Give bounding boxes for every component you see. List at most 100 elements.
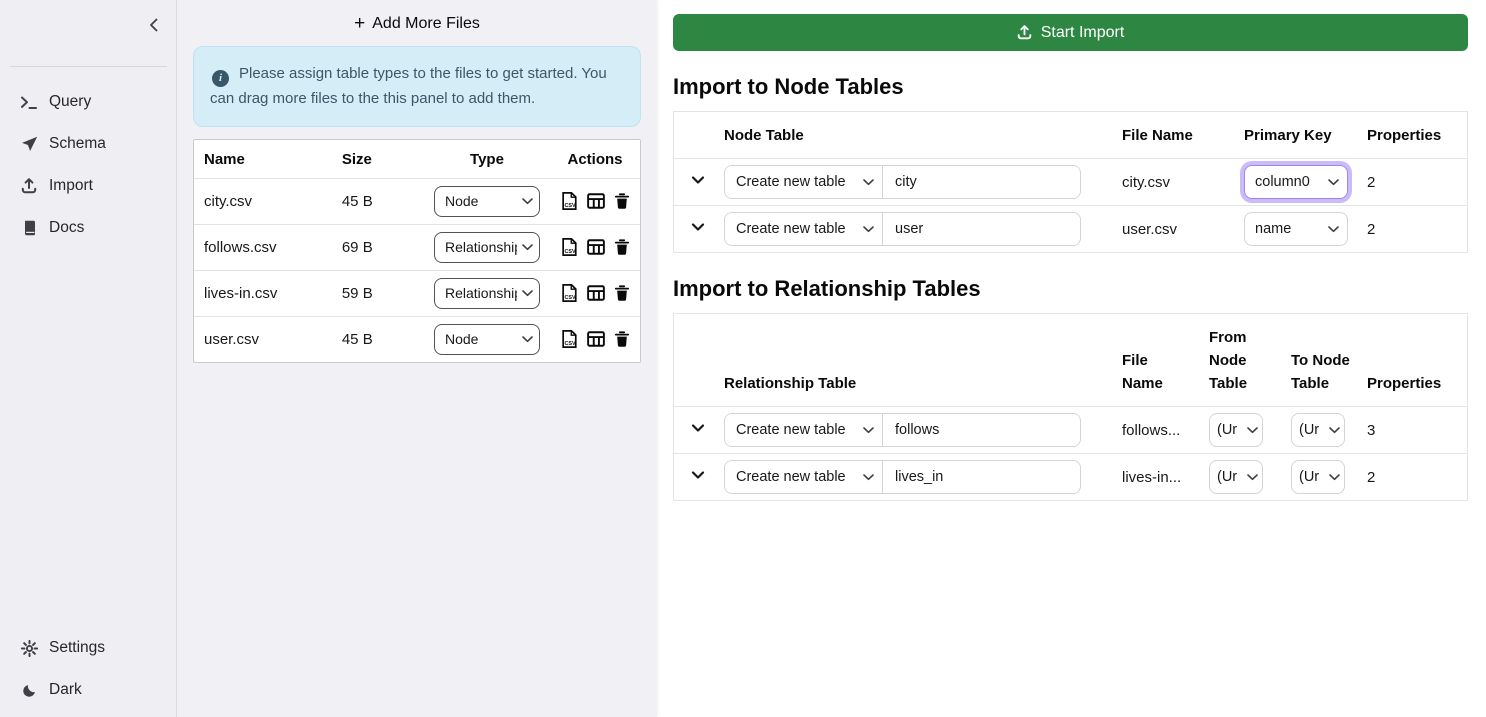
node-tables-section-title: Import to Node Tables — [673, 74, 1468, 100]
from-node-table-select-wrap: (Ur — [1209, 460, 1263, 494]
column-header-type: Type — [424, 140, 550, 179]
sidebar-item-label: Schema — [49, 135, 106, 153]
upload-icon — [1017, 25, 1032, 40]
from-node-table-select[interactable]: (Ur — [1209, 460, 1263, 494]
sidebar-item-label: Import — [49, 177, 93, 195]
table-grid-icon — [587, 330, 605, 348]
table-name-input[interactable] — [883, 414, 1080, 446]
file-type-select[interactable]: Relationship — [434, 232, 540, 263]
column-header-properties: Properties — [1367, 314, 1467, 407]
file-size: 45 B — [332, 316, 424, 362]
to-node-table-select[interactable]: (Ur — [1291, 413, 1345, 447]
sidebar-item-dark-mode[interactable]: Dark — [0, 669, 176, 711]
trash-icon — [614, 193, 630, 210]
table-mode-select-wrap: Create new table — [725, 213, 883, 245]
csv-file-icon: CSV — [560, 238, 578, 256]
chevron-down-icon — [690, 172, 706, 188]
terminal-icon — [20, 93, 38, 111]
table-name-input[interactable] — [883, 166, 1080, 198]
row-expand-button[interactable] — [690, 172, 706, 188]
row-file-name: city.csv — [1122, 159, 1244, 206]
row-file-name: lives-in... — [1122, 454, 1209, 501]
svg-text:CSV: CSV — [564, 203, 575, 209]
csv-file-icon: CSV — [560, 284, 578, 302]
sidebar-collapse-button[interactable] — [142, 13, 166, 37]
column-header-name: Name — [194, 140, 332, 179]
preview-table-button[interactable] — [587, 192, 605, 210]
file-type-select[interactable]: Node — [434, 186, 540, 217]
primary-key-select[interactable]: column0 — [1244, 165, 1348, 199]
to-node-table-select-wrap: (Ur — [1291, 413, 1345, 447]
file-type-select-wrap: Relationship — [434, 232, 540, 263]
from-node-table-select-wrap: (Ur — [1209, 413, 1263, 447]
chevron-down-icon — [690, 420, 706, 436]
node-import-row-city: Create new table city.csv column0 2 — [674, 159, 1467, 206]
from-node-table-select[interactable]: (Ur — [1209, 413, 1263, 447]
svg-text:CSV: CSV — [564, 341, 575, 347]
column-header-file-name: File Name — [1122, 112, 1244, 159]
node-import-row-user: Create new table user.csv name 2 — [674, 206, 1467, 253]
table-name-input[interactable] — [883, 461, 1080, 493]
delete-file-button[interactable] — [614, 239, 630, 256]
file-type-select[interactable]: Relationship — [434, 278, 540, 309]
trash-icon — [614, 331, 630, 348]
row-expand-button[interactable] — [690, 219, 706, 235]
primary-key-select-wrap: column0 — [1244, 165, 1348, 199]
file-type-select-wrap: Relationship — [434, 278, 540, 309]
node-table-header-row: Node Table File Name Primary Key Propert… — [674, 112, 1467, 159]
table-name-group: Create new table — [724, 212, 1081, 246]
delete-file-button[interactable] — [614, 285, 630, 302]
import-panel: Start Import Import to Node Tables Node … — [657, 0, 1486, 717]
relationship-table-header-row: Relationship Table File Name From Node T… — [674, 314, 1467, 407]
primary-key-select[interactable]: name — [1244, 212, 1348, 246]
preview-table-button[interactable] — [587, 330, 605, 348]
table-mode-select-wrap: Create new table — [725, 414, 883, 446]
sidebar-item-label: Settings — [49, 639, 105, 657]
chevron-down-icon — [690, 467, 706, 483]
relationship-import-row-follows: Create new table follows... (Ur (Ur 3 — [674, 407, 1467, 454]
to-node-table-select[interactable]: (Ur — [1291, 460, 1345, 494]
start-import-button[interactable]: Start Import — [673, 14, 1468, 51]
column-header-properties: Properties — [1367, 112, 1467, 159]
sidebar-item-import[interactable]: Import — [0, 165, 176, 207]
delete-file-button[interactable] — [614, 193, 630, 210]
table-mode-select[interactable]: Create new table — [725, 213, 883, 245]
row-expand-button[interactable] — [690, 420, 706, 436]
file-type-select-wrap: Node — [434, 186, 540, 217]
file-table-header-row: Name Size Type Actions — [194, 140, 640, 179]
delete-file-button[interactable] — [614, 331, 630, 348]
row-expand-button[interactable] — [690, 467, 706, 483]
csv-file-icon: CSV — [560, 330, 578, 348]
table-name-input[interactable] — [883, 213, 1080, 245]
table-mode-select[interactable]: Create new table — [725, 166, 883, 198]
sidebar-item-label: Docs — [49, 219, 84, 237]
file-name: user.csv — [194, 316, 332, 362]
view-csv-file-button[interactable]: CSV — [560, 238, 578, 256]
info-alert: iPlease assign table types to the files … — [193, 46, 641, 127]
column-header-actions: Actions — [550, 140, 640, 179]
info-icon: i — [212, 70, 229, 87]
column-header-node-table: Node Table — [724, 112, 1122, 159]
add-more-files-button[interactable]: + Add More Files — [193, 0, 641, 46]
column-header-from-node-table: From Node Table — [1209, 314, 1291, 407]
column-header-primary-key: Primary Key — [1244, 112, 1367, 159]
sidebar-spacer — [0, 249, 176, 627]
table-mode-select[interactable]: Create new table — [725, 461, 883, 493]
table-name-group: Create new table — [724, 460, 1081, 494]
relationship-import-table: Relationship Table File Name From Node T… — [673, 313, 1468, 501]
gear-icon — [20, 639, 38, 657]
view-csv-file-button[interactable]: CSV — [560, 330, 578, 348]
view-csv-file-button[interactable]: CSV — [560, 284, 578, 302]
preview-table-button[interactable] — [587, 238, 605, 256]
sidebar-item-query[interactable]: Query — [0, 81, 176, 123]
file-type-select[interactable]: Node — [434, 324, 540, 355]
start-import-label: Start Import — [1041, 24, 1125, 42]
preview-table-button[interactable] — [587, 284, 605, 302]
view-csv-file-button[interactable]: CSV — [560, 192, 578, 210]
table-mode-select[interactable]: Create new table — [725, 414, 883, 446]
sidebar-item-schema[interactable]: Schema — [0, 123, 176, 165]
trash-icon — [614, 285, 630, 302]
column-header-size: Size — [332, 140, 424, 179]
sidebar-item-docs[interactable]: Docs — [0, 207, 176, 249]
sidebar-item-settings[interactable]: Settings — [0, 627, 176, 669]
